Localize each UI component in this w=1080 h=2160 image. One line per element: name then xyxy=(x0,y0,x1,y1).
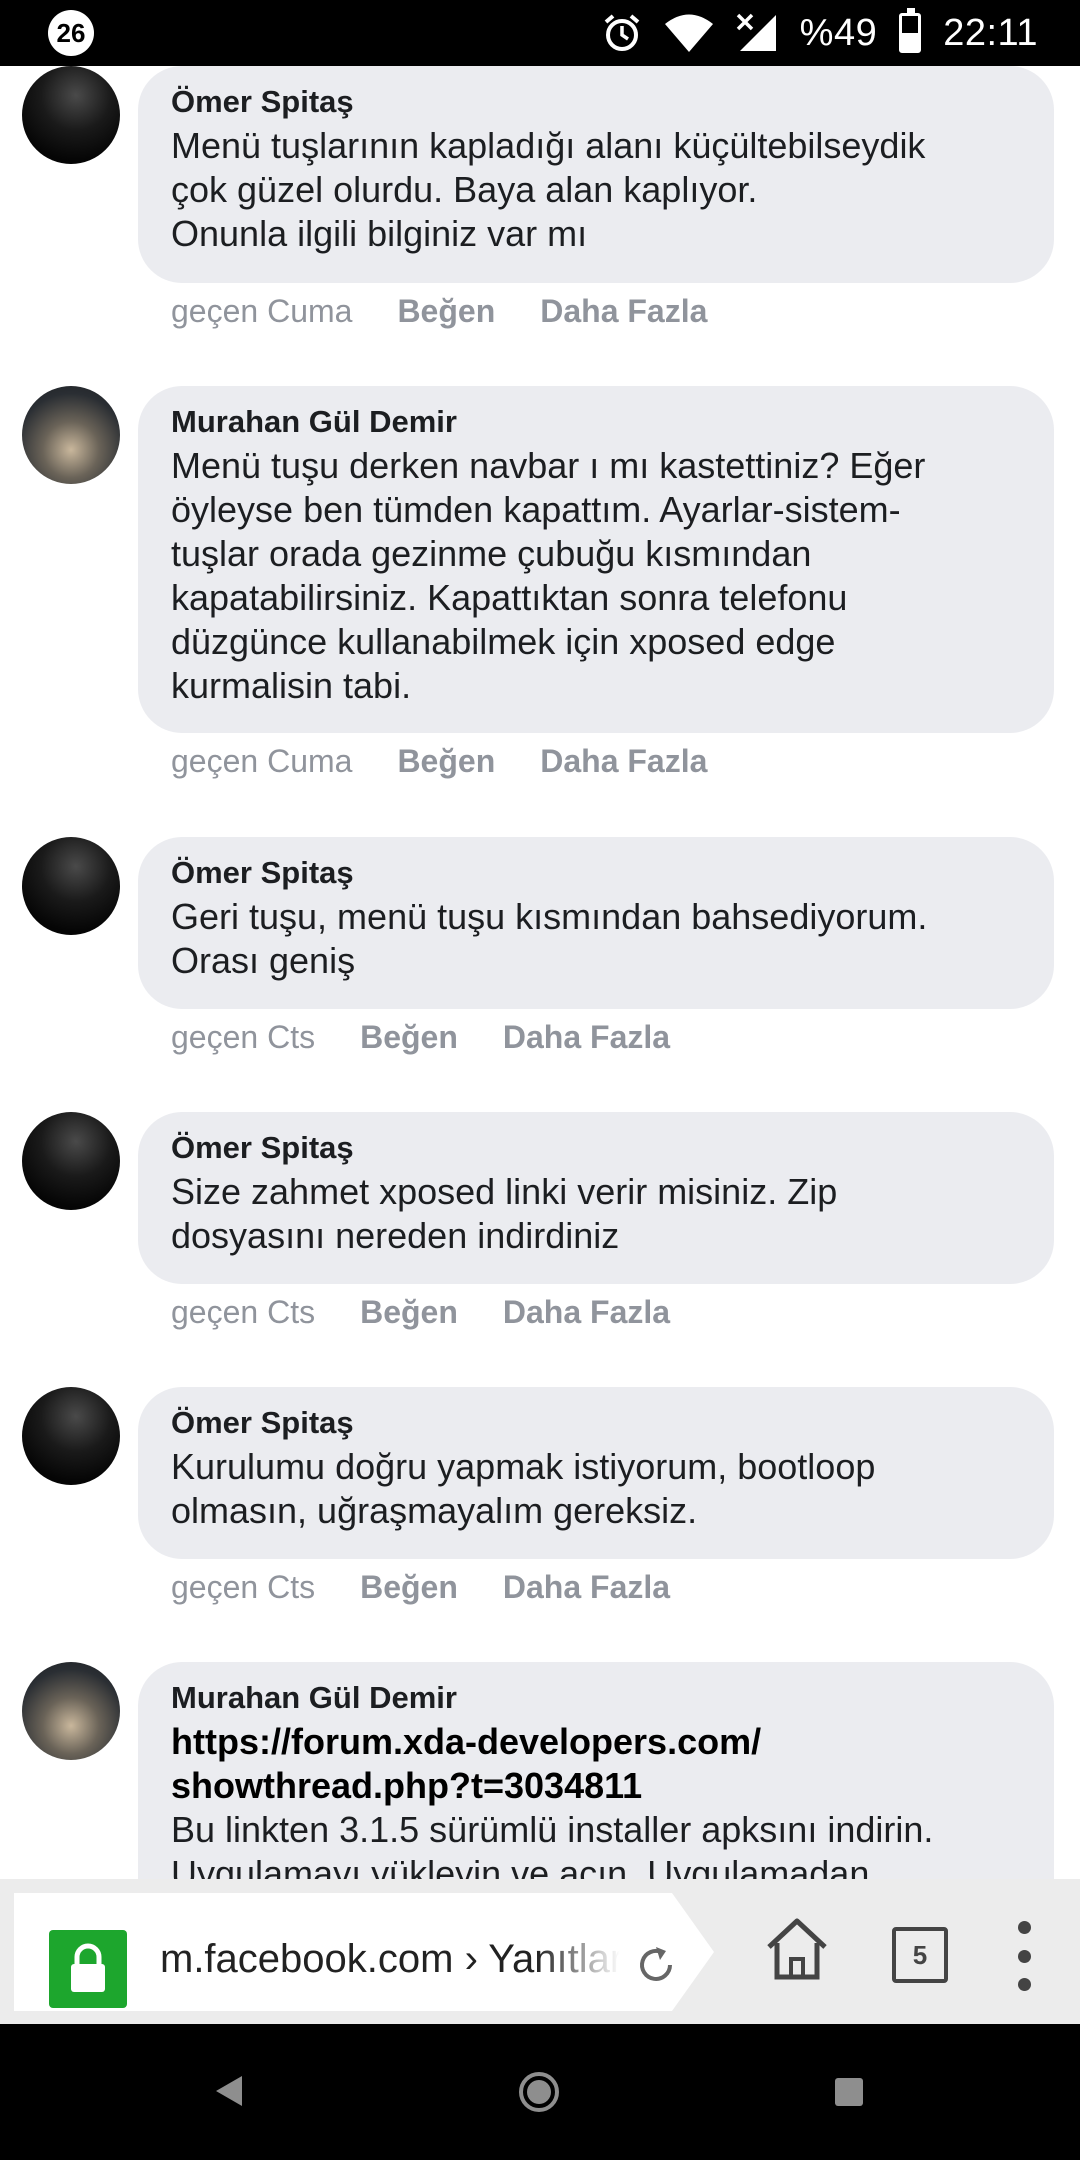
avatar[interactable] xyxy=(22,837,120,935)
comment-thread: Ömer Spitaş Menü tuşlarının kapladığı al… xyxy=(0,66,1080,1879)
comment-time[interactable]: geçen Cts xyxy=(171,1019,315,1056)
comment-actions: geçen Cts Beğen Daha Fazla xyxy=(171,1569,670,1606)
comment-author[interactable]: Murahan Gül Demir xyxy=(171,400,1022,444)
like-button[interactable]: Beğen xyxy=(360,1569,458,1606)
comment-bubble: Murahan Gül Demir Menü tuşu derken navba… xyxy=(138,386,1054,733)
more-button[interactable]: Daha Fazla xyxy=(503,1569,670,1606)
comment-author[interactable]: Ömer Spitaş xyxy=(171,1401,1022,1445)
alarm-icon xyxy=(602,13,642,53)
comment-time[interactable]: geçen Cts xyxy=(171,1294,315,1331)
comment-actions: geçen Cts Beğen Daha Fazla xyxy=(171,1294,670,1331)
notification-badge: 26 xyxy=(48,10,94,56)
comment-bubble: Ömer Spitaş Geri tuşu, menü tuşu kısmınd… xyxy=(138,837,1054,1009)
like-button[interactable]: Beğen xyxy=(397,743,495,780)
comment-time[interactable]: geçen Cuma xyxy=(171,743,352,780)
comment-text: Menü tuşu derken navbar ı mı kastettiniz… xyxy=(171,445,926,706)
comment-text: Geri tuşu, menü tuşu kısmından bahsediyo… xyxy=(171,896,928,981)
avatar[interactable] xyxy=(22,66,120,164)
comment-bubble: Ömer Spitaş Menü tuşlarının kapladığı al… xyxy=(138,66,1054,283)
comment-actions: geçen Cts Beğen Daha Fazla xyxy=(171,1019,670,1056)
browser-toolbar: m.facebook.com › Yanıtlar 5 xyxy=(0,1879,1080,2024)
signal-icon xyxy=(736,13,778,53)
more-options-icon[interactable] xyxy=(1014,1921,1034,1991)
wifi-icon xyxy=(664,13,714,53)
comment-author[interactable]: Murahan Gül Demir xyxy=(171,1676,1022,1720)
avatar[interactable] xyxy=(22,1387,120,1485)
status-bar: 26 %49 22:11 xyxy=(0,0,1080,66)
comment-link[interactable]: https://forum.xda-developers.com/ showth… xyxy=(171,1720,1022,1808)
recent-apps-icon[interactable] xyxy=(835,2078,863,2106)
clock: 22:11 xyxy=(943,11,1038,54)
comment-bubble: Murahan Gül Demir https://forum.xda-deve… xyxy=(138,1662,1054,1879)
tab-switcher-button[interactable]: 5 xyxy=(892,1927,948,1983)
navigation-bar xyxy=(0,2024,1080,2160)
like-button[interactable]: Beğen xyxy=(397,293,495,330)
home-nav-icon[interactable] xyxy=(519,2072,559,2112)
comment-text: Menü tuşlarının kapladığı alanı küçülteb… xyxy=(171,125,926,254)
comment-actions: geçen Cuma Beğen Daha Fazla xyxy=(171,743,707,780)
comment-time[interactable]: geçen Cuma xyxy=(171,293,352,330)
comment-author[interactable]: Ömer Spitaş xyxy=(171,80,1022,124)
like-button[interactable]: Beğen xyxy=(360,1019,458,1056)
comment-time[interactable]: geçen Cts xyxy=(171,1569,315,1606)
comment-author[interactable]: Ömer Spitaş xyxy=(171,1126,1022,1170)
like-button[interactable]: Beğen xyxy=(360,1294,458,1331)
address-bar[interactable]: m.facebook.com › Yanıtlar xyxy=(14,1893,714,2011)
status-icons: %49 22:11 xyxy=(602,0,1038,66)
more-button[interactable]: Daha Fazla xyxy=(503,1019,670,1056)
url-text[interactable]: m.facebook.com › Yanıtlar xyxy=(160,1937,620,1982)
comment-text: Size zahmet xposed linki verir misiniz. … xyxy=(171,1171,838,1256)
comment-actions: geçen Cuma Beğen Daha Fazla xyxy=(171,293,707,330)
more-button[interactable]: Daha Fazla xyxy=(503,1294,670,1331)
reload-icon[interactable] xyxy=(632,1941,680,1994)
lock-icon[interactable] xyxy=(49,1930,127,2008)
comment-author[interactable]: Ömer Spitaş xyxy=(171,851,1022,895)
comment-text: Kurulumu doğru yapmak istiyorum, bootloo… xyxy=(171,1446,876,1531)
comment-text: Bu linkten 3.1.5 sürümlü installer apksı… xyxy=(171,1809,934,1879)
comment-bubble: Ömer Spitaş Kurulumu doğru yapmak istiyo… xyxy=(138,1387,1054,1559)
comment-bubble: Ömer Spitaş Size zahmet xposed linki ver… xyxy=(138,1112,1054,1284)
home-icon[interactable] xyxy=(765,1915,829,1988)
more-button[interactable]: Daha Fazla xyxy=(540,743,707,780)
more-button[interactable]: Daha Fazla xyxy=(540,293,707,330)
back-icon[interactable] xyxy=(214,2074,244,2113)
battery-percent: %49 xyxy=(799,11,878,54)
avatar[interactable] xyxy=(22,1662,120,1760)
avatar[interactable] xyxy=(22,1112,120,1210)
avatar[interactable] xyxy=(22,386,120,484)
battery-icon xyxy=(899,8,922,53)
